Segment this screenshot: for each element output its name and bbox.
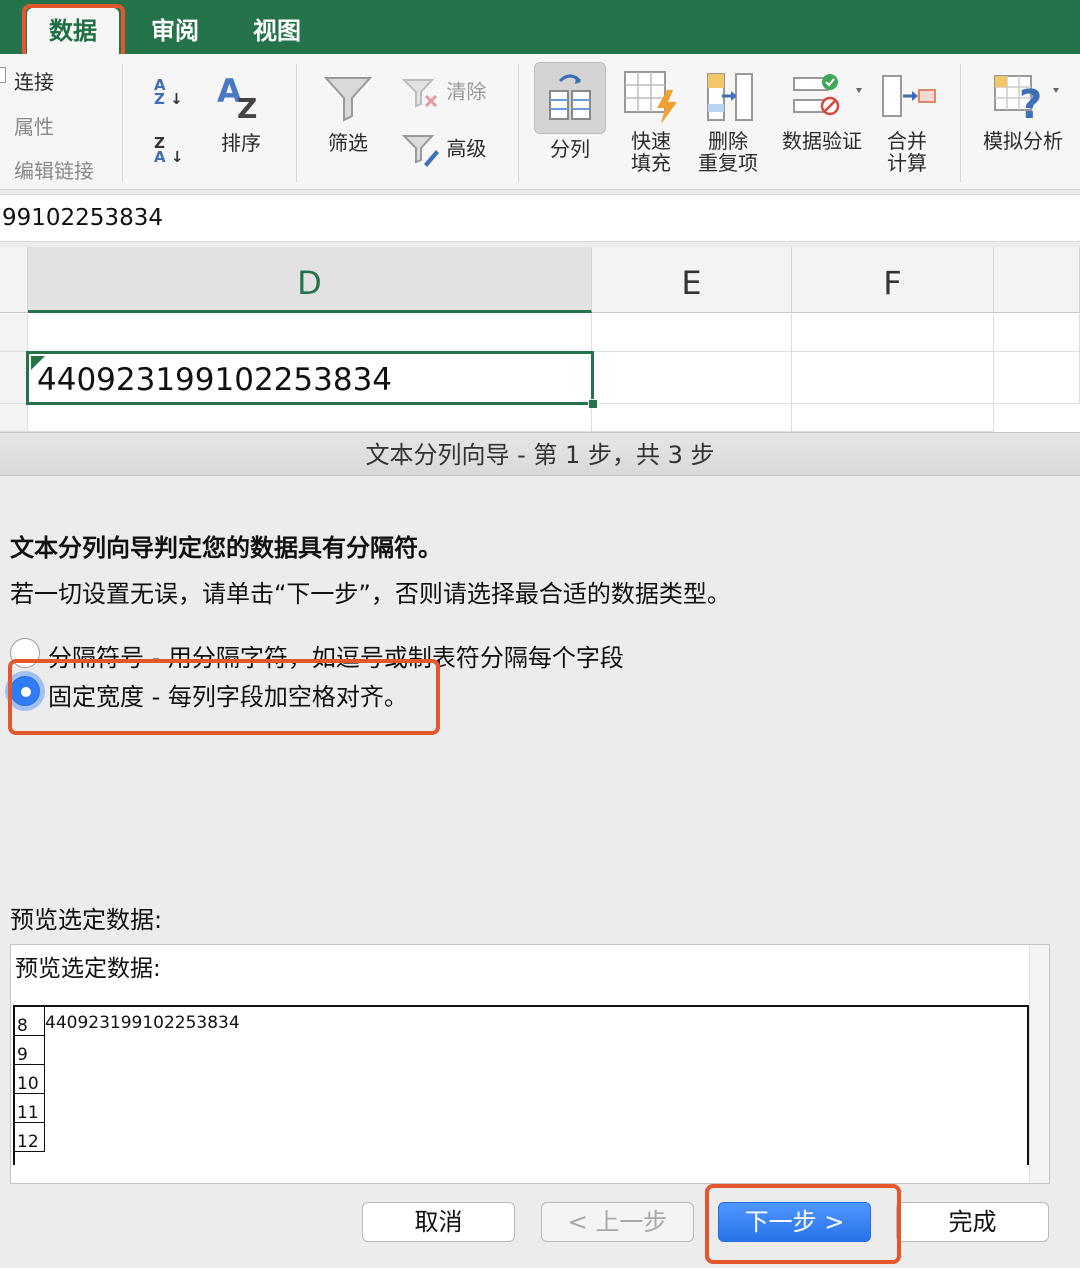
data-validation-icon xyxy=(793,74,862,116)
text-to-columns-dialog: 文本分列向导判定您的数据具有分隔符。 若一切设置无误，请单击“下一步”，否则请选… xyxy=(0,476,1080,1268)
data-validation-label: 数据验证 xyxy=(782,129,862,153)
properties-button[interactable]: 属性 xyxy=(14,111,54,140)
text-to-columns-icon xyxy=(549,74,591,120)
text-to-columns-button[interactable] xyxy=(534,62,606,134)
remove-duplicates-label-1: 删除 xyxy=(708,129,748,153)
what-if-label: 模拟分析 xyxy=(983,129,1063,153)
selected-cell-value: 440923199102253834 xyxy=(37,362,393,398)
preview-label: 预览选定数据: xyxy=(10,906,163,934)
cell[interactable] xyxy=(592,314,792,352)
preview-row-number: 10 xyxy=(15,1065,45,1094)
dialog-title: 文本分列向导 - 第 1 步，共 3 步 xyxy=(0,432,1080,476)
column-header-d[interactable]: D xyxy=(28,247,592,313)
clear-filter-button[interactable]: 清除 xyxy=(401,76,502,110)
dialog-heading: 文本分列向导判定您的数据具有分隔符。 xyxy=(10,534,442,562)
cell[interactable] xyxy=(994,314,1080,352)
formula-bar[interactable]: 99102253834 xyxy=(0,194,1080,242)
ribbon-tab-bar: 数据 审阅 视图 xyxy=(0,0,1080,60)
selected-cell-d[interactable]: 440923199102253834 xyxy=(26,351,598,409)
clear-filter-label: 清除 xyxy=(446,79,487,104)
excel-window: 数据 审阅 视图 连接 属性 编辑链接 AZ ↓ ZA ↓ A Z 排序 筛选 xyxy=(0,0,1080,1268)
finish-button[interactable]: 完成 xyxy=(896,1202,1049,1242)
flash-fill-label-1: 快速 xyxy=(631,129,671,153)
tab-review[interactable]: 审阅 xyxy=(140,0,210,54)
ribbon-separator xyxy=(518,64,519,182)
cell[interactable] xyxy=(592,404,792,432)
tab-view[interactable]: 视图 xyxy=(244,0,310,54)
cell[interactable] xyxy=(792,314,994,352)
preview-grid: 8 440923199102253834 9 10 11 12 xyxy=(13,1005,1029,1165)
filter-funnel-icon xyxy=(323,77,373,122)
sort-ascending-icon[interactable]: AZ ↓ xyxy=(154,78,183,107)
ribbon-separator xyxy=(296,64,297,182)
column-header-next[interactable] xyxy=(994,247,1080,313)
row-header[interactable] xyxy=(0,314,28,352)
preview-row-number: 9 xyxy=(15,1036,45,1065)
consolidate-label-2: 计算 xyxy=(887,151,927,175)
cancel-button[interactable]: 取消 xyxy=(362,1202,515,1242)
preview-scrollbar[interactable] xyxy=(1029,945,1049,1183)
spreadsheet-grid: D E F 440923199102253834 xyxy=(0,247,1080,432)
svg-text:?: ? xyxy=(1019,82,1042,126)
tab-highlight-annotation xyxy=(22,4,125,60)
clear-filter-icon xyxy=(401,79,438,108)
sort-az-icon: A Z xyxy=(217,72,257,125)
what-if-analysis-button[interactable]: ? 模拟分析 xyxy=(976,68,1070,152)
filter-label: 筛选 xyxy=(328,131,368,155)
consolidate-button[interactable]: 合并 计算 xyxy=(872,68,942,174)
preview-row-number: 8 xyxy=(15,1007,45,1036)
consolidate-icon xyxy=(882,75,936,117)
preview-row-number: 12 xyxy=(15,1123,45,1152)
what-if-icon: ? xyxy=(994,75,1059,128)
row-header[interactable] xyxy=(0,352,28,404)
text-to-columns-label: 分列 xyxy=(550,137,590,161)
back-button[interactable]: < 上一步 xyxy=(541,1202,694,1242)
row-header[interactable] xyxy=(0,404,28,432)
cell[interactable] xyxy=(28,404,592,432)
sort-descending-icon[interactable]: ZA ↓ xyxy=(154,136,183,165)
remove-duplicates-label-2: 重复项 xyxy=(698,151,758,175)
remove-duplicates-icon xyxy=(707,73,753,121)
remove-duplicates-button[interactable]: 删除 重复项 xyxy=(694,68,762,174)
sort-label: 排序 xyxy=(221,131,261,155)
cell[interactable] xyxy=(28,314,592,352)
option-highlight-annotation xyxy=(8,659,440,735)
advanced-filter-button[interactable]: 高级 xyxy=(401,132,502,168)
edit-links-button[interactable]: 编辑链接 xyxy=(14,155,94,184)
preview-row-value: 440923199102253834 xyxy=(45,1013,240,1033)
svg-text:Z: Z xyxy=(237,92,257,122)
fill-handle[interactable] xyxy=(588,399,598,409)
ribbon: 连接 属性 编辑链接 AZ ↓ ZA ↓ A Z 排序 筛选 清除 高级 分列 … xyxy=(0,54,1080,190)
dialog-subtext: 若一切设置无误，请单击“下一步”，否则请选择最合适的数据类型。 xyxy=(10,580,731,608)
connections-checkbox-icon xyxy=(0,67,6,83)
column-header-e[interactable]: E xyxy=(592,247,792,313)
ribbon-separator xyxy=(960,64,961,182)
data-validation-button[interactable]: 数据验证 xyxy=(776,68,868,152)
preview-box[interactable]: 预览选定数据: 8 440923199102253834 9 10 11 12 xyxy=(10,944,1050,1184)
preview-box-title: 预览选定数据: xyxy=(15,956,161,982)
cell[interactable] xyxy=(592,352,792,404)
next-highlight-annotation xyxy=(705,1184,901,1264)
filter-button[interactable]: 筛选 xyxy=(318,72,378,154)
cell[interactable] xyxy=(994,352,1080,404)
formula-bar-value: 99102253834 xyxy=(2,205,163,231)
connections-button[interactable]: 连接 xyxy=(14,66,54,95)
row-header-corner xyxy=(0,247,28,313)
flash-fill-icon xyxy=(624,71,677,124)
cell[interactable] xyxy=(792,352,994,404)
flash-fill-button[interactable]: 快速 填充 xyxy=(618,68,684,174)
column-header-f[interactable]: F xyxy=(792,247,994,313)
flash-fill-label-2: 填充 xyxy=(631,151,671,175)
sort-button[interactable]: A Z 排序 xyxy=(208,72,274,154)
advanced-filter-icon xyxy=(401,135,439,167)
consolidate-label-1: 合并 xyxy=(887,129,927,153)
preview-row-number: 11 xyxy=(15,1094,45,1123)
cell[interactable] xyxy=(792,404,994,432)
ribbon-separator xyxy=(122,64,123,182)
advanced-filter-label: 高级 xyxy=(446,136,487,161)
